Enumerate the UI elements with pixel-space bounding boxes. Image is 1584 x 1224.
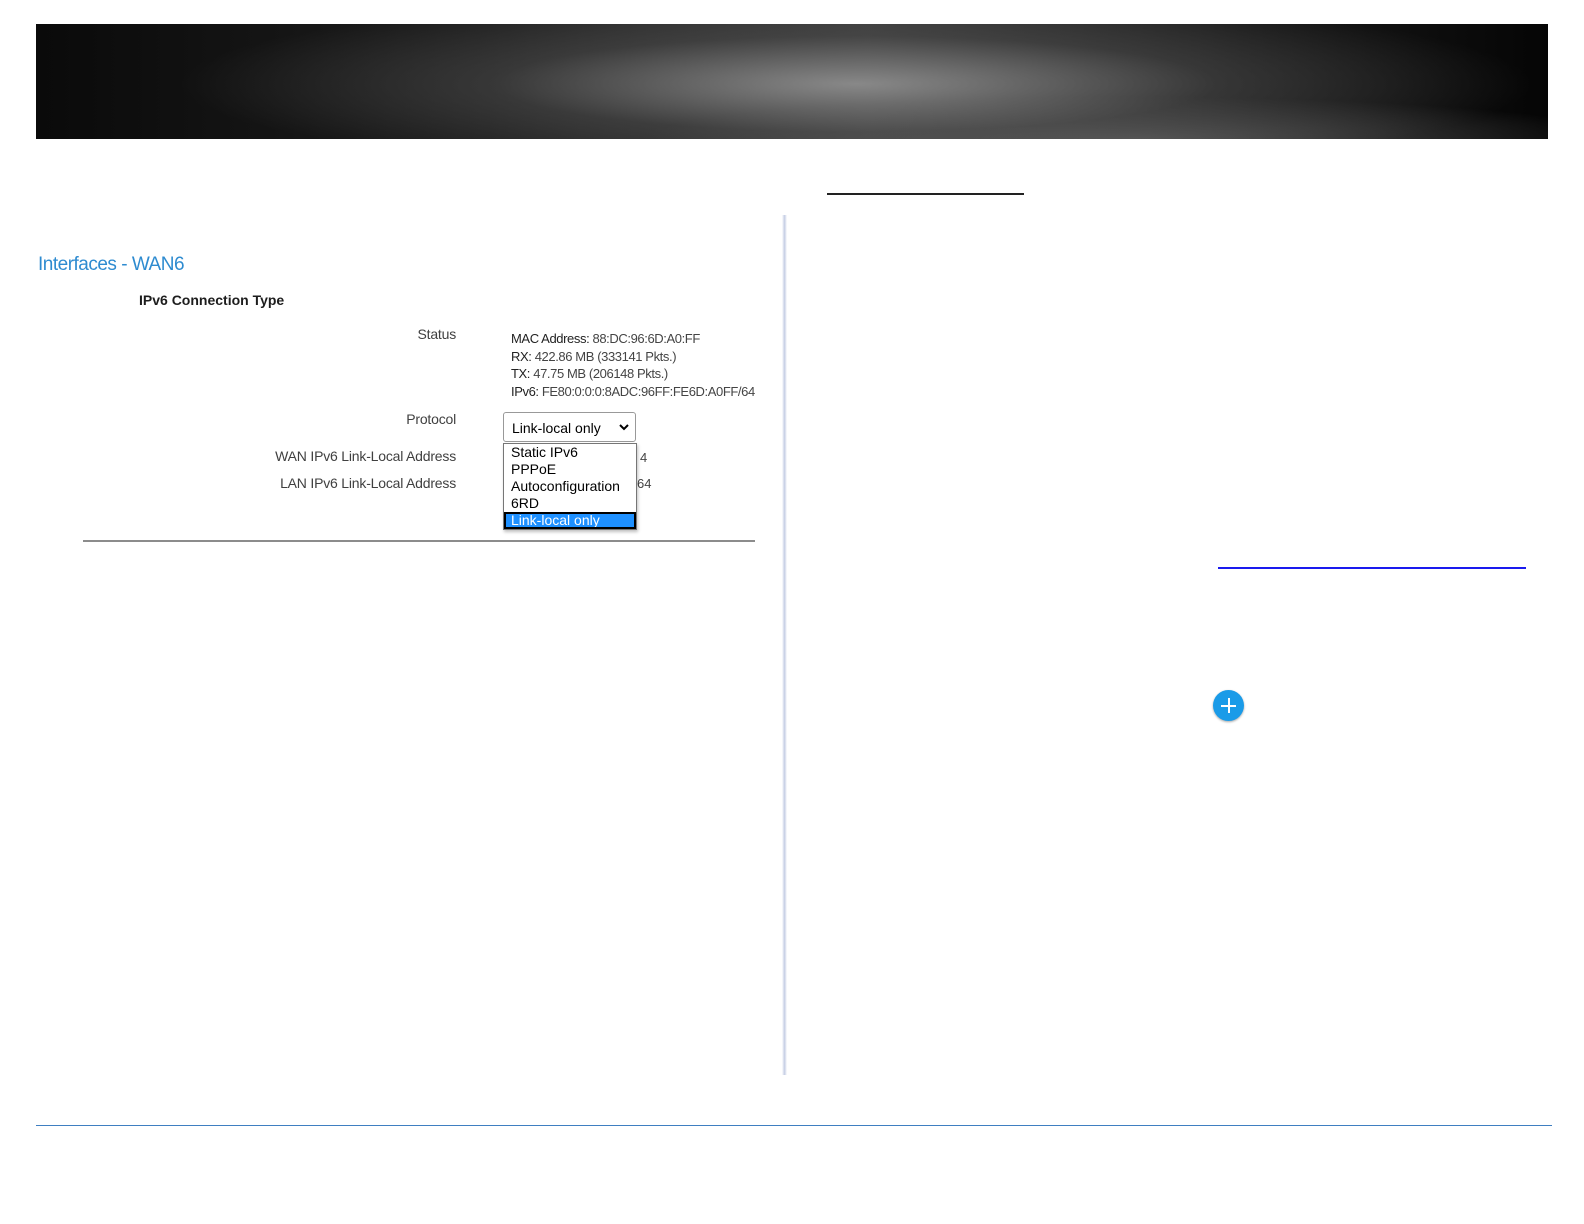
tx-row: TX: 47.75 MB (206148 Pkts.) <box>511 365 755 383</box>
protocol-option-autoconfiguration[interactable]: Autoconfiguration <box>504 478 636 495</box>
tx-value: 47.75 MB (206148 Pkts.) <box>533 366 668 381</box>
ipv6-row: IPv6: FE80:0:0:0:8ADC:96FF:FE6D:A0FF/64 <box>511 383 755 401</box>
protocol-option-6rd[interactable]: 6RD <box>504 495 636 512</box>
lan-link-local-value: 64 <box>637 476 652 491</box>
ipv6-value: FE80:0:0:0:8ADC:96FF:FE6D:A0FF/64 <box>541 383 755 399</box>
protocol-selected-value: Link-local only <box>512 420 601 436</box>
add-plus-icon[interactable] <box>1213 690 1244 721</box>
protocol-option-static-ipv6[interactable]: Static IPv6 <box>504 444 636 461</box>
chevron-down-icon <box>619 424 629 431</box>
protocol-label: Protocol <box>406 411 456 427</box>
wan-link-local-label: WAN IPv6 Link-Local Address <box>275 448 456 464</box>
rx-label: RX: <box>511 348 532 364</box>
protocol-option-link-local-only[interactable]: Link-local only <box>504 512 636 529</box>
protocol-select[interactable]: Link-local only <box>503 412 636 442</box>
tx-label: TX: <box>511 366 531 381</box>
rx-value: 422.86 MB (333141 Pkts.) <box>534 348 677 364</box>
column-divider <box>782 215 787 1075</box>
rx-row: RX: 422.86 MB (333141 Pkts.) <box>511 348 755 366</box>
status-details: MAC Address: 88:DC:96:6D:A0:FF RX: 422.8… <box>511 330 755 400</box>
ipv6-label: IPv6: <box>511 383 539 399</box>
protocol-option-pppoe[interactable]: PPPoE <box>504 461 636 478</box>
section-heading: IPv6 Connection Type <box>139 292 285 308</box>
page-title: Interfaces - WAN6 <box>38 254 185 275</box>
mac-row: MAC Address: 88:DC:96:6D:A0:FF <box>511 330 755 348</box>
panel-divider <box>83 540 755 542</box>
lan-link-local-label: LAN IPv6 Link-Local Address <box>280 475 456 491</box>
status-label: Status <box>417 326 457 342</box>
mac-value: 88:DC:96:6D:A0:FF <box>592 331 701 346</box>
heading-underline <box>827 193 1024 195</box>
header-banner <box>36 24 1548 139</box>
protocol-dropdown-list[interactable]: Static IPv6 PPPoE Autoconfiguration 6RD … <box>503 443 637 530</box>
hyperlink-underline[interactable] <box>1218 567 1526 569</box>
footer-divider <box>36 1125 1552 1126</box>
mac-label: MAC Address: <box>511 331 590 346</box>
wan-link-local-value: 4 <box>640 450 648 465</box>
